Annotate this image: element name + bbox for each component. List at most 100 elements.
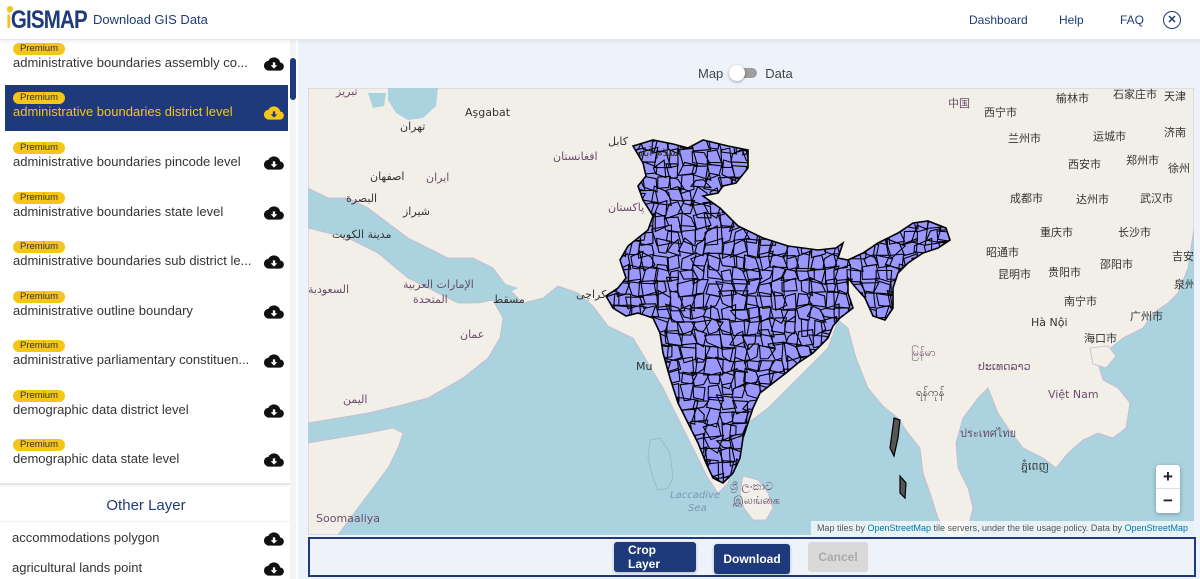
map-label: کابل <box>608 135 628 148</box>
premium-badge: Premium <box>13 390 66 402</box>
map-label: 南宁市 <box>1064 295 1097 308</box>
map-label: مدينة الكويت <box>332 228 392 241</box>
premium-badge: Premium <box>13 43 66 55</box>
layer-item[interactable]: Premium administrative parliamentary con… <box>5 337 288 383</box>
crop-layer-button[interactable]: Crop Layer <box>614 542 696 572</box>
map-label: الإمارات العربية <box>403 278 474 291</box>
layer-item-selected[interactable]: Premium administrative boundaries distri… <box>5 85 288 131</box>
cloud-download-icon[interactable] <box>264 452 284 468</box>
map-label: تهران <box>400 120 426 133</box>
layer-item[interactable]: Premium demographic data state level <box>5 436 288 482</box>
cloud-download-icon[interactable] <box>264 353 284 369</box>
map-label: Hà Nội <box>1031 316 1068 329</box>
map-data-toggle-row: Map Data <box>698 65 793 81</box>
map-label: 昭通市 <box>986 246 1019 259</box>
layer-name: administrative outline boundary <box>13 303 193 318</box>
map-label: Laccadive <box>670 490 721 501</box>
map-label: 海口市 <box>1084 332 1117 345</box>
map-label: 西安市 <box>1068 158 1101 171</box>
premium-badge: Premium <box>13 291 66 303</box>
premium-badge: Premium <box>13 439 66 451</box>
map-label: ශ්‍රී ලංකාව <box>730 480 774 493</box>
map-label: پاکستان <box>608 201 645 214</box>
nav-help-link[interactable]: Help <box>1059 13 1084 27</box>
map-label: شیراز <box>403 205 430 218</box>
map-label: تبریز <box>336 88 358 98</box>
layer-name: administrative boundaries district level <box>13 104 233 119</box>
layer-item[interactable]: Premium administrative boundaries sub di… <box>5 238 288 284</box>
map-attribution: Map tiles by OpenStreetMap tile servers,… <box>810 521 1194 535</box>
premium-layer-list: Premium administrative boundaries assemb… <box>0 40 290 484</box>
cloud-download-icon[interactable] <box>264 105 284 121</box>
other-layer-item[interactable]: agricultural lands point <box>0 552 290 579</box>
attribution-osm-data-link[interactable]: OpenStreetMap <box>1124 523 1188 533</box>
map-label: المتحدة <box>413 293 448 306</box>
cloud-download-icon[interactable] <box>264 155 284 171</box>
attribution-text: tile servers, under the tile usage polic… <box>931 523 1125 533</box>
zoom-in-button[interactable]: + <box>1156 465 1180 489</box>
layer-name: administrative boundaries pincode level <box>13 154 241 169</box>
premium-badge: Premium <box>13 192 66 204</box>
main-panel: Map Data تبریز Aşgabat تهران کابل افغانس… <box>298 40 1200 579</box>
map-label: ປະເທດລາວ <box>978 360 1031 373</box>
layer-name: administrative boundaries state level <box>13 204 224 219</box>
map-label: اصفهان <box>370 170 405 183</box>
map-label: 石家庄市 <box>1113 88 1157 101</box>
layer-name: accommodations polygon <box>12 530 160 545</box>
map-label: ရန်ကုန် <box>916 386 945 399</box>
layer-item[interactable]: Premium administrative boundaries pincod… <box>5 139 288 185</box>
layer-name: administrative boundaries sub district l… <box>13 253 252 268</box>
map-label: 运城市 <box>1093 130 1126 143</box>
map-data-toggle-switch[interactable] <box>729 65 759 81</box>
nav-dashboard-link[interactable]: Dashboard <box>969 13 1028 27</box>
cloud-download-icon[interactable] <box>264 561 284 577</box>
toggle-label-map: Map <box>698 65 724 81</box>
map-label: السعودية <box>308 283 350 296</box>
nav-faq-link[interactable]: FAQ <box>1120 13 1144 27</box>
cloud-download-icon[interactable] <box>264 403 284 419</box>
cloud-download-icon[interactable] <box>264 254 284 270</box>
layer-item[interactable]: Premium administrative outline boundary <box>5 288 288 334</box>
map-view[interactable]: تبریز Aşgabat تهران کابل افغانستان اسلام… <box>308 88 1194 535</box>
map-label: Sea <box>688 503 707 514</box>
close-icon[interactable]: ✕ <box>1163 11 1181 29</box>
map-label: 成都市 <box>1010 192 1043 205</box>
map-label: ភ្នំពេញ <box>1021 460 1049 473</box>
download-button[interactable]: Download <box>714 544 790 574</box>
zoom-out-button[interactable]: − <box>1156 489 1180 513</box>
map-label: 长沙市 <box>1118 226 1151 239</box>
map-label: 徐州 <box>1168 162 1190 175</box>
map-label: 天津 <box>1164 90 1186 103</box>
map-label: 广州市 <box>1130 310 1163 323</box>
action-bar: Crop Layer Download Cancel <box>308 537 1196 577</box>
map-label: البصرة <box>346 192 378 205</box>
map-zoom-control: + − <box>1156 465 1180 513</box>
gismap-logo[interactable]: iGISMAP <box>6 6 105 34</box>
cloud-download-icon[interactable] <box>264 531 284 547</box>
scrollbar-thumb[interactable] <box>290 58 296 100</box>
premium-badge: Premium <box>13 340 66 352</box>
map-label: مسقط <box>493 293 525 306</box>
premium-badge: Premium <box>13 241 66 253</box>
section-divider <box>0 483 290 485</box>
cloud-download-icon[interactable] <box>264 205 284 221</box>
map-label: 重庆市 <box>1040 226 1073 239</box>
cloud-download-icon[interactable] <box>264 56 284 72</box>
map-label: 武汉市 <box>1140 192 1173 205</box>
layer-item[interactable]: Premium demographic data district level <box>5 387 288 433</box>
layer-item[interactable]: Premium administrative boundaries assemb… <box>5 40 288 86</box>
layer-sidebar: Premium administrative boundaries assemb… <box>0 40 296 579</box>
map-label: اسلام آباد <box>638 146 682 159</box>
attribution-osm-link[interactable]: OpenStreetMap <box>867 523 931 533</box>
other-layer-item[interactable]: accommodations polygon <box>0 522 290 552</box>
layer-item[interactable]: Premium administrative boundaries state … <box>5 189 288 235</box>
premium-badge: Premium <box>13 92 66 104</box>
map-label: اليمن <box>343 393 368 406</box>
layer-name: agricultural lands point <box>12 560 143 575</box>
sidebar-scrollbar[interactable] <box>290 40 296 579</box>
map-label: 西宁市 <box>984 106 1017 119</box>
cloud-download-icon[interactable] <box>264 304 284 320</box>
layer-name: administrative parliamentary constituen.… <box>13 352 250 367</box>
map-label: Aşgabat <box>465 106 511 119</box>
map-label: Soomaaliya <box>316 512 381 525</box>
